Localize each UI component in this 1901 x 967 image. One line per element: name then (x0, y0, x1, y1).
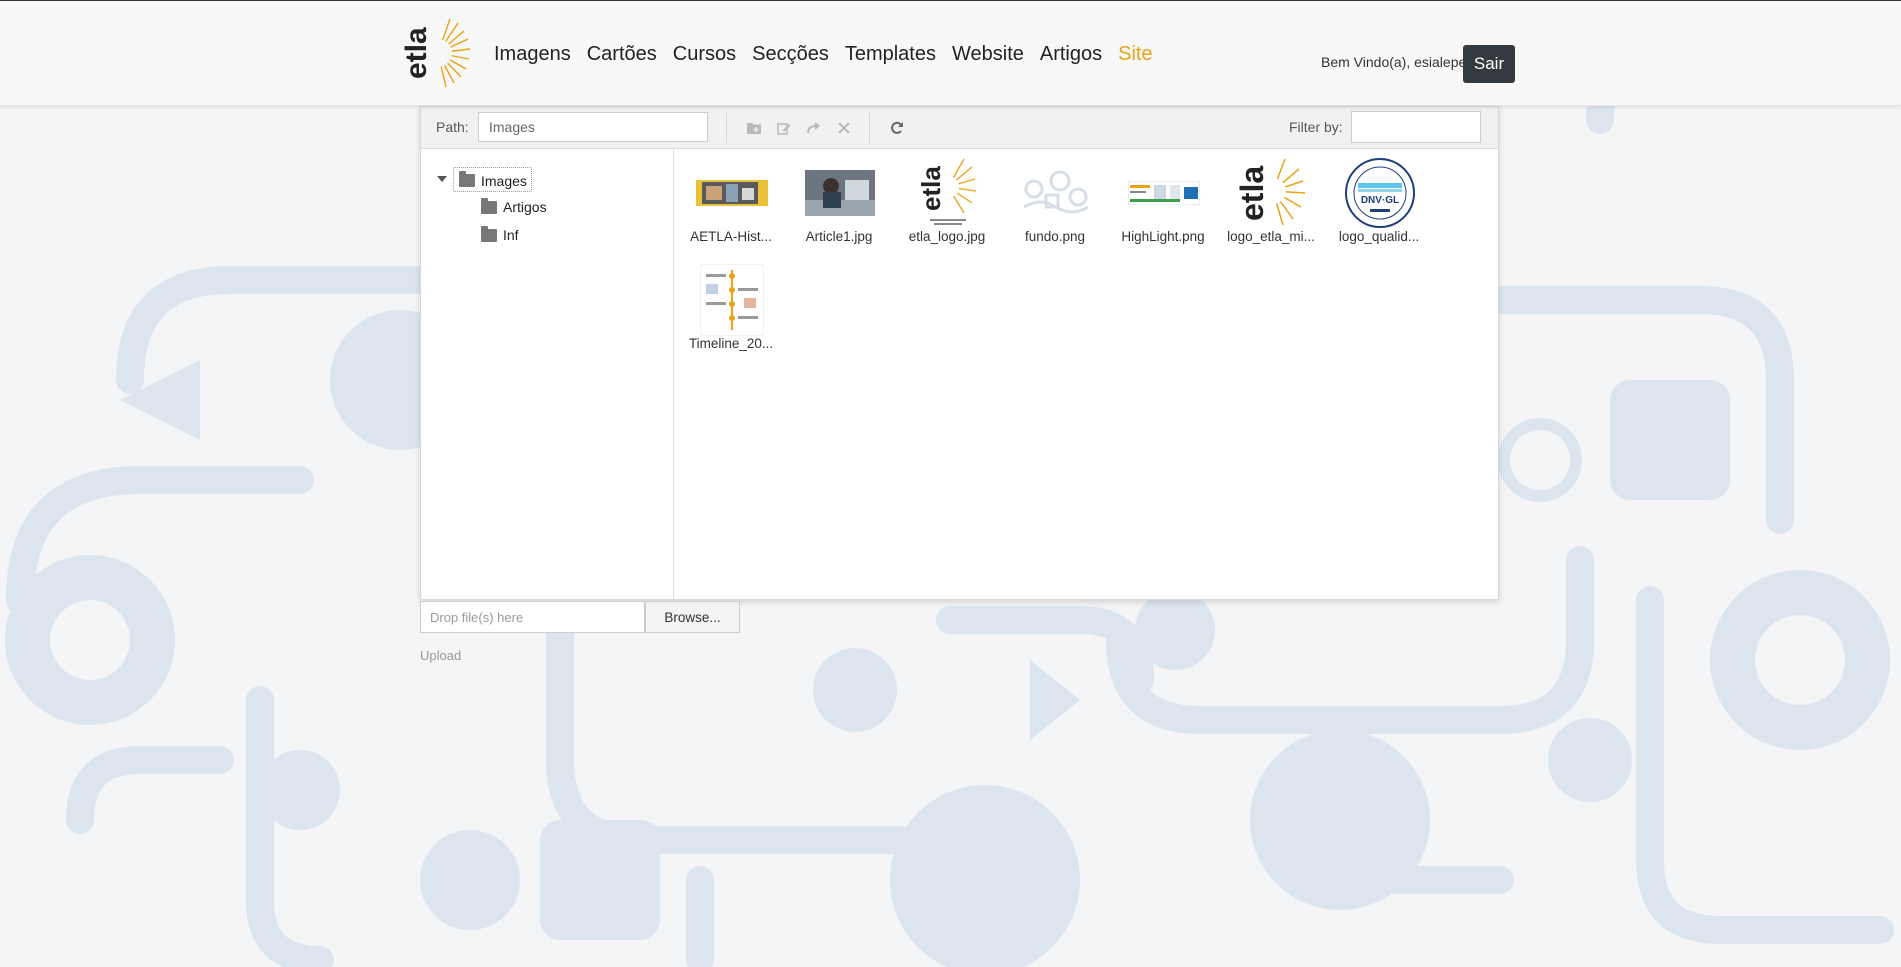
nav-imagens[interactable]: Imagens (494, 43, 571, 66)
delete-icon[interactable] (833, 117, 855, 139)
file-thumbnail (696, 157, 768, 229)
tree-item-inf[interactable]: Inf (481, 225, 519, 243)
file-name: HighLight.png (1121, 229, 1205, 244)
file-name: fundo.png (1024, 229, 1086, 244)
toolbar-separator (726, 113, 727, 143)
svg-text:etla: etla (920, 166, 946, 211)
tree-item-label: Images (481, 172, 527, 189)
file-name: AETLA-Hist... (690, 229, 772, 244)
toolbar-separator (869, 113, 870, 143)
tree-item-artigos[interactable]: Artigos (481, 197, 547, 215)
upload-button[interactable]: Upload (420, 648, 461, 663)
filter-label: Filter by: (1289, 119, 1343, 135)
nav-seccoes[interactable]: Secções (752, 43, 829, 66)
path-input[interactable] (478, 112, 708, 142)
file-thumbnail: DNV·GL (1344, 157, 1416, 229)
file-name: Article1.jpg (805, 229, 873, 244)
folder-icon (459, 171, 475, 187)
file-thumbnail (804, 157, 876, 229)
svg-text:DNV·GL: DNV·GL (1361, 195, 1399, 206)
file-name: logo_etla_mi... (1227, 229, 1315, 244)
file-name: etla_logo.jpg (908, 229, 986, 244)
logo-text: etla (404, 27, 433, 79)
folder-icon (481, 197, 497, 214)
file-thumbnail (1020, 157, 1092, 229)
svg-text:etla: etla (1239, 166, 1270, 221)
file-item[interactable]: DNV·GL logo_qualid... (1329, 149, 1429, 249)
filter-input[interactable] (1351, 111, 1481, 143)
nav-templates[interactable]: Templates (845, 43, 936, 66)
file-manager-toolbar: Path: Filter by: (421, 107, 1498, 149)
file-item[interactable]: etla logo_etla_mi... (1221, 149, 1321, 249)
file-name: Timeline_20... (688, 336, 774, 351)
folder-icon (481, 225, 497, 242)
file-manager: Path: Filter by: Images Artigos (420, 106, 1499, 600)
main-nav: Imagens Cartões Cursos Secções Templates… (494, 43, 1169, 66)
nav-website[interactable]: Website (952, 43, 1024, 66)
collapse-arrow-icon[interactable] (437, 176, 447, 182)
file-name: logo_qualid... (1338, 229, 1420, 244)
top-navbar: etla Imagens Cartões Cursos Secções Temp… (0, 0, 1901, 106)
file-item[interactable]: Timeline_20... (681, 256, 781, 356)
nav-cursos[interactable]: Cursos (673, 43, 736, 66)
file-item[interactable]: HighLight.png (1113, 149, 1213, 249)
nav-site[interactable]: Site (1118, 43, 1152, 66)
logout-button[interactable]: Sair (1463, 45, 1515, 83)
file-thumbnail: etla (912, 157, 984, 229)
file-thumbnail (696, 264, 768, 336)
upload-area: Drop file(s) here Browse... (420, 601, 740, 633)
folder-tree: Images Artigos Inf (421, 149, 674, 599)
new-folder-icon[interactable] (743, 117, 765, 139)
file-item[interactable]: Article1.jpg (789, 149, 889, 249)
tree-item-label: Artigos (503, 199, 547, 215)
file-thumbnail (1128, 157, 1200, 229)
drop-zone[interactable]: Drop file(s) here (420, 601, 645, 633)
path-label: Path: (436, 119, 469, 135)
file-list: AETLA-Hist... Article1.jpg etla etla_log… (675, 149, 1498, 599)
redo-icon[interactable] (803, 117, 825, 139)
file-item[interactable]: etla etla_logo.jpg (897, 149, 997, 249)
rename-icon[interactable] (773, 117, 795, 139)
welcome-text: Bem Vindo(a), esialepe (1321, 54, 1467, 70)
file-item[interactable]: AETLA-Hist... (681, 149, 781, 249)
nav-artigos[interactable]: Artigos (1040, 43, 1102, 66)
refresh-icon[interactable] (886, 117, 908, 139)
browse-button[interactable]: Browse... (645, 601, 740, 633)
file-thumbnail: etla (1236, 157, 1308, 229)
tree-item-label: Inf (503, 227, 519, 243)
tree-item-images[interactable]: Images (453, 167, 532, 192)
nav-cartoes[interactable]: Cartões (587, 43, 657, 66)
file-item[interactable]: fundo.png (1005, 149, 1105, 249)
etla-logo[interactable]: etla (404, 17, 470, 89)
